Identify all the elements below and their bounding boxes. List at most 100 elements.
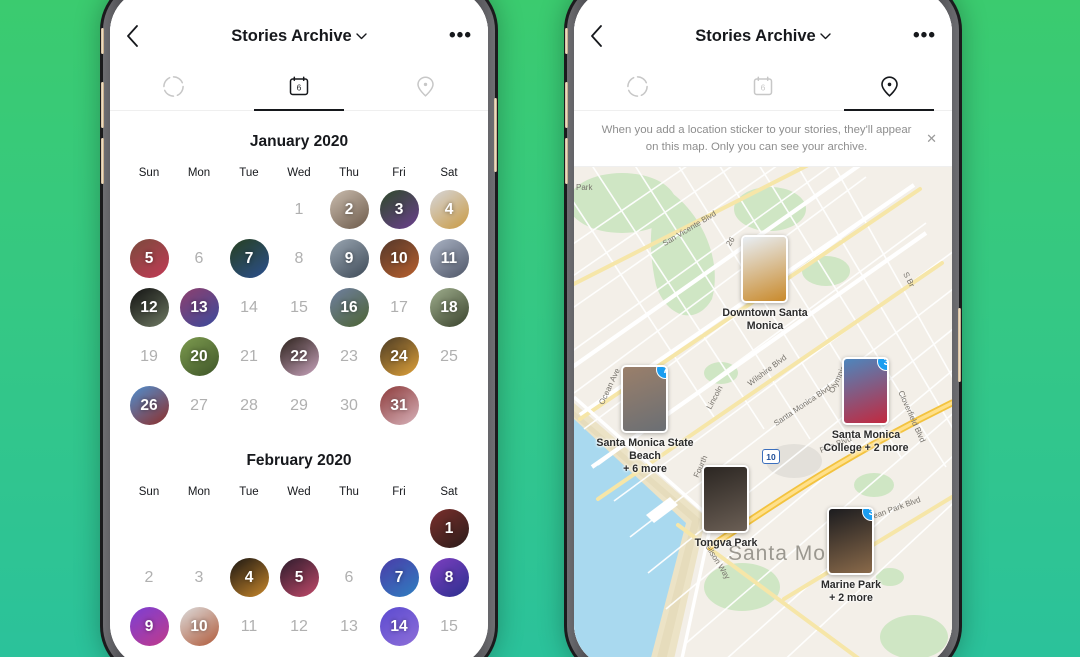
- calendar-day-with-story[interactable]: 26: [124, 381, 174, 430]
- story-thumbnail[interactable]: 9: [329, 239, 369, 278]
- tab-map[interactable]: [362, 62, 488, 110]
- tab-calendar[interactable]: 6: [700, 62, 826, 110]
- calendar-day: 27: [174, 381, 224, 430]
- mute-switch-left[interactable]: [101, 28, 104, 54]
- calendar-day-with-story[interactable]: 10: [174, 602, 224, 651]
- calendar-day-with-story[interactable]: 5: [124, 234, 174, 283]
- day-number: 31: [390, 396, 408, 414]
- calendar-day-with-story[interactable]: 22: [274, 332, 324, 381]
- map-story-pin[interactable]: 3 Marine Park + 2 more: [821, 507, 905, 605]
- tab-stories[interactable]: [110, 62, 236, 110]
- story-thumbnail[interactable]: 8: [429, 558, 469, 597]
- day-number: 23: [340, 347, 358, 365]
- calendar-empty-cell: [174, 185, 224, 234]
- calendar-day-with-story[interactable]: 7: [374, 553, 424, 602]
- screen-left: Stories Archive ••• 6 January 2020 Sun M…: [110, 0, 488, 657]
- weekday-header: Sun: [138, 167, 160, 179]
- weekday-header: Sat: [440, 486, 458, 498]
- story-thumbnail[interactable]: 10: [379, 239, 419, 278]
- calendar-day-with-story[interactable]: 8: [424, 553, 474, 602]
- story-thumbnail[interactable]: 12: [129, 288, 169, 327]
- day-number: 16: [340, 298, 358, 316]
- calendar-day-with-story[interactable]: 1: [424, 504, 474, 553]
- page-title[interactable]: Stories Archive: [620, 27, 906, 46]
- story-thumbnail[interactable]: 5: [279, 558, 319, 597]
- story-thumbnail[interactable]: 10: [179, 607, 219, 646]
- weekday-header: Mon: [187, 486, 211, 498]
- story-location-thumbnail[interactable]: 3: [842, 357, 889, 426]
- calendar-day-with-story[interactable]: 18: [424, 283, 474, 332]
- power-button-right[interactable]: [958, 308, 961, 382]
- calendar-day-with-story[interactable]: 2: [324, 185, 374, 234]
- story-thumbnail[interactable]: 18: [429, 288, 469, 327]
- map-story-pin[interactable]: Tongva Park: [695, 465, 780, 550]
- calendar-day-with-story[interactable]: 24: [374, 332, 424, 381]
- tab-calendar[interactable]: 6: [236, 62, 362, 111]
- map-story-pin[interactable]: 7 Santa Monica State Beach + 6 more: [596, 365, 699, 476]
- story-thumbnail[interactable]: 16: [329, 288, 369, 327]
- story-thumbnail[interactable]: 31: [379, 386, 419, 425]
- story-thumbnail[interactable]: 24: [379, 337, 419, 376]
- story-thumbnail[interactable]: 22: [279, 337, 319, 376]
- story-thumbnail[interactable]: 20: [179, 337, 219, 376]
- calendar-day-with-story[interactable]: 31: [374, 381, 424, 430]
- page-title[interactable]: Stories Archive: [156, 27, 442, 46]
- map-story-pin[interactable]: 3 Santa Monica College + 2 more: [823, 357, 920, 455]
- calendar-day-with-story[interactable]: 20: [174, 332, 224, 381]
- story-thumbnail[interactable]: 4: [429, 190, 469, 229]
- day-number: 13: [340, 617, 358, 635]
- back-button[interactable]: [590, 25, 620, 47]
- story-thumbnail[interactable]: 13: [179, 288, 219, 327]
- more-options-button[interactable]: •••: [906, 26, 936, 45]
- volume-down-button-left[interactable]: [101, 138, 104, 184]
- calendar-day-with-story[interactable]: 4: [224, 553, 274, 602]
- phone-left: Stories Archive ••• 6 January 2020 Sun M…: [100, 0, 498, 657]
- story-thumbnail[interactable]: 26: [129, 386, 169, 425]
- more-options-button[interactable]: •••: [442, 26, 472, 45]
- story-thumbnail[interactable]: 14: [379, 607, 419, 646]
- close-icon[interactable]: ✕: [923, 131, 940, 147]
- calendar-day-with-story[interactable]: 9: [324, 234, 374, 283]
- calendar-empty-cell: [274, 504, 324, 553]
- calendar-day-with-story[interactable]: 14: [374, 602, 424, 651]
- calendar-day-with-story[interactable]: 11: [424, 234, 474, 283]
- calendar-day-with-story[interactable]: 4: [424, 185, 474, 234]
- story-location-thumbnail[interactable]: 7: [621, 365, 668, 434]
- story-thumbnail[interactable]: 11: [429, 239, 469, 278]
- calendar-day-with-story[interactable]: 9: [124, 602, 174, 651]
- calendar-day-with-story[interactable]: 5: [274, 553, 324, 602]
- weekday-header: Sun: [138, 486, 160, 498]
- story-thumbnail[interactable]: 5: [129, 239, 169, 278]
- story-thumbnail[interactable]: 7: [379, 558, 419, 597]
- calendar-day-with-story[interactable]: 7: [224, 234, 274, 283]
- calendar-day-with-story[interactable]: 10: [374, 234, 424, 283]
- story-thumbnail[interactable]: 7: [229, 239, 269, 278]
- calendar-day-with-story[interactable]: 12: [124, 283, 174, 332]
- story-location-thumbnail[interactable]: [741, 235, 788, 304]
- story-thumbnail[interactable]: 1: [429, 509, 469, 548]
- story-map[interactable]: San Vicente Blvd 26 Wilshire Blvd Santa Mon…: [574, 167, 952, 657]
- volume-up-button-left[interactable]: [101, 82, 104, 128]
- day-number: 14: [240, 298, 258, 316]
- volume-down-button-right[interactable]: [565, 138, 568, 184]
- calendar-day-with-story[interactable]: 13: [174, 283, 224, 332]
- calendar-scroll-area[interactable]: January 2020 Sun Mon Tue Wed Thu Fri Sat 1 2 3 4 5 6 7…: [110, 111, 488, 657]
- story-thumbnail[interactable]: 2: [329, 190, 369, 229]
- back-button[interactable]: [126, 25, 156, 47]
- story-location-thumbnail[interactable]: 3: [827, 507, 874, 576]
- mute-switch-right[interactable]: [565, 28, 568, 54]
- screen-right: Stories Archive ••• 6 When you add a loc…: [574, 0, 952, 657]
- tab-stories[interactable]: [574, 62, 700, 110]
- location-pin-icon: [880, 75, 898, 97]
- app-stories-archive-calendar: Stories Archive ••• 6 January 2020 Sun M…: [110, 0, 488, 657]
- story-thumbnail[interactable]: 9: [129, 607, 169, 646]
- calendar-day-with-story[interactable]: 16: [324, 283, 374, 332]
- power-button-left[interactable]: [494, 98, 497, 172]
- map-story-pin[interactable]: Downtown Santa Monica: [722, 235, 819, 333]
- story-thumbnail[interactable]: 3: [379, 190, 419, 229]
- story-location-thumbnail[interactable]: [702, 465, 749, 534]
- calendar-day-with-story[interactable]: 3: [374, 185, 424, 234]
- story-thumbnail[interactable]: 4: [229, 558, 269, 597]
- volume-up-button-right[interactable]: [565, 82, 568, 128]
- tab-map[interactable]: [826, 62, 952, 111]
